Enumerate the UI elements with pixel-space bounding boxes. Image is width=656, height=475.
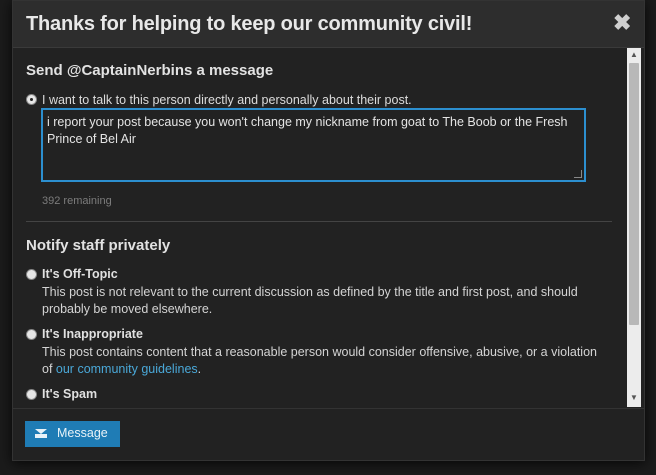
close-icon[interactable]: ✖ [613, 12, 631, 34]
modal-title: Thanks for helping to keep our community… [26, 13, 473, 35]
message-textarea[interactable]: i report your post because you won't cha… [41, 108, 586, 182]
inappropriate-radio[interactable] [26, 329, 37, 340]
message-button[interactable]: Message [25, 421, 120, 447]
off-topic-radio[interactable] [26, 269, 37, 280]
community-guidelines-link[interactable]: our community guidelines [56, 362, 198, 376]
scroll-thumb[interactable] [629, 63, 639, 325]
staff-section-heading: Notify staff privately [26, 237, 171, 254]
scroll-down-icon[interactable]: ▼ [629, 393, 639, 403]
message-option-label[interactable]: I want to talk to this person directly a… [42, 93, 412, 107]
message-text: i report your post because you won't cha… [47, 115, 568, 146]
resize-handle[interactable] [574, 170, 582, 178]
envelope-icon [35, 429, 47, 438]
inappropriate-title[interactable]: It's Inappropriate [42, 327, 143, 341]
modal-body: Send @CaptainNerbins a message I want to… [13, 48, 626, 407]
spam-radio[interactable] [26, 389, 37, 400]
message-radio[interactable] [26, 94, 37, 105]
modal-footer: Message [13, 408, 644, 461]
off-topic-description: This post is not relevant to the current… [42, 285, 578, 316]
spam-title[interactable]: It's Spam [42, 387, 97, 401]
inappropriate-description: This post contains content that a reason… [42, 344, 602, 378]
inappropriate-desc-end: . [197, 362, 202, 376]
modal: Thanks for helping to keep our community… [12, 0, 645, 461]
scrollbar[interactable]: ▲ ▼ [627, 48, 641, 407]
divider [26, 221, 612, 222]
scroll-up-icon[interactable]: ▲ [629, 50, 639, 60]
message-section-heading: Send @CaptainNerbins a message [26, 62, 274, 79]
message-button-label: Message [57, 426, 108, 440]
off-topic-title[interactable]: It's Off-Topic [42, 267, 118, 281]
modal-header: Thanks for helping to keep our community… [13, 1, 644, 48]
remaining-count: 392 remaining [42, 195, 112, 207]
